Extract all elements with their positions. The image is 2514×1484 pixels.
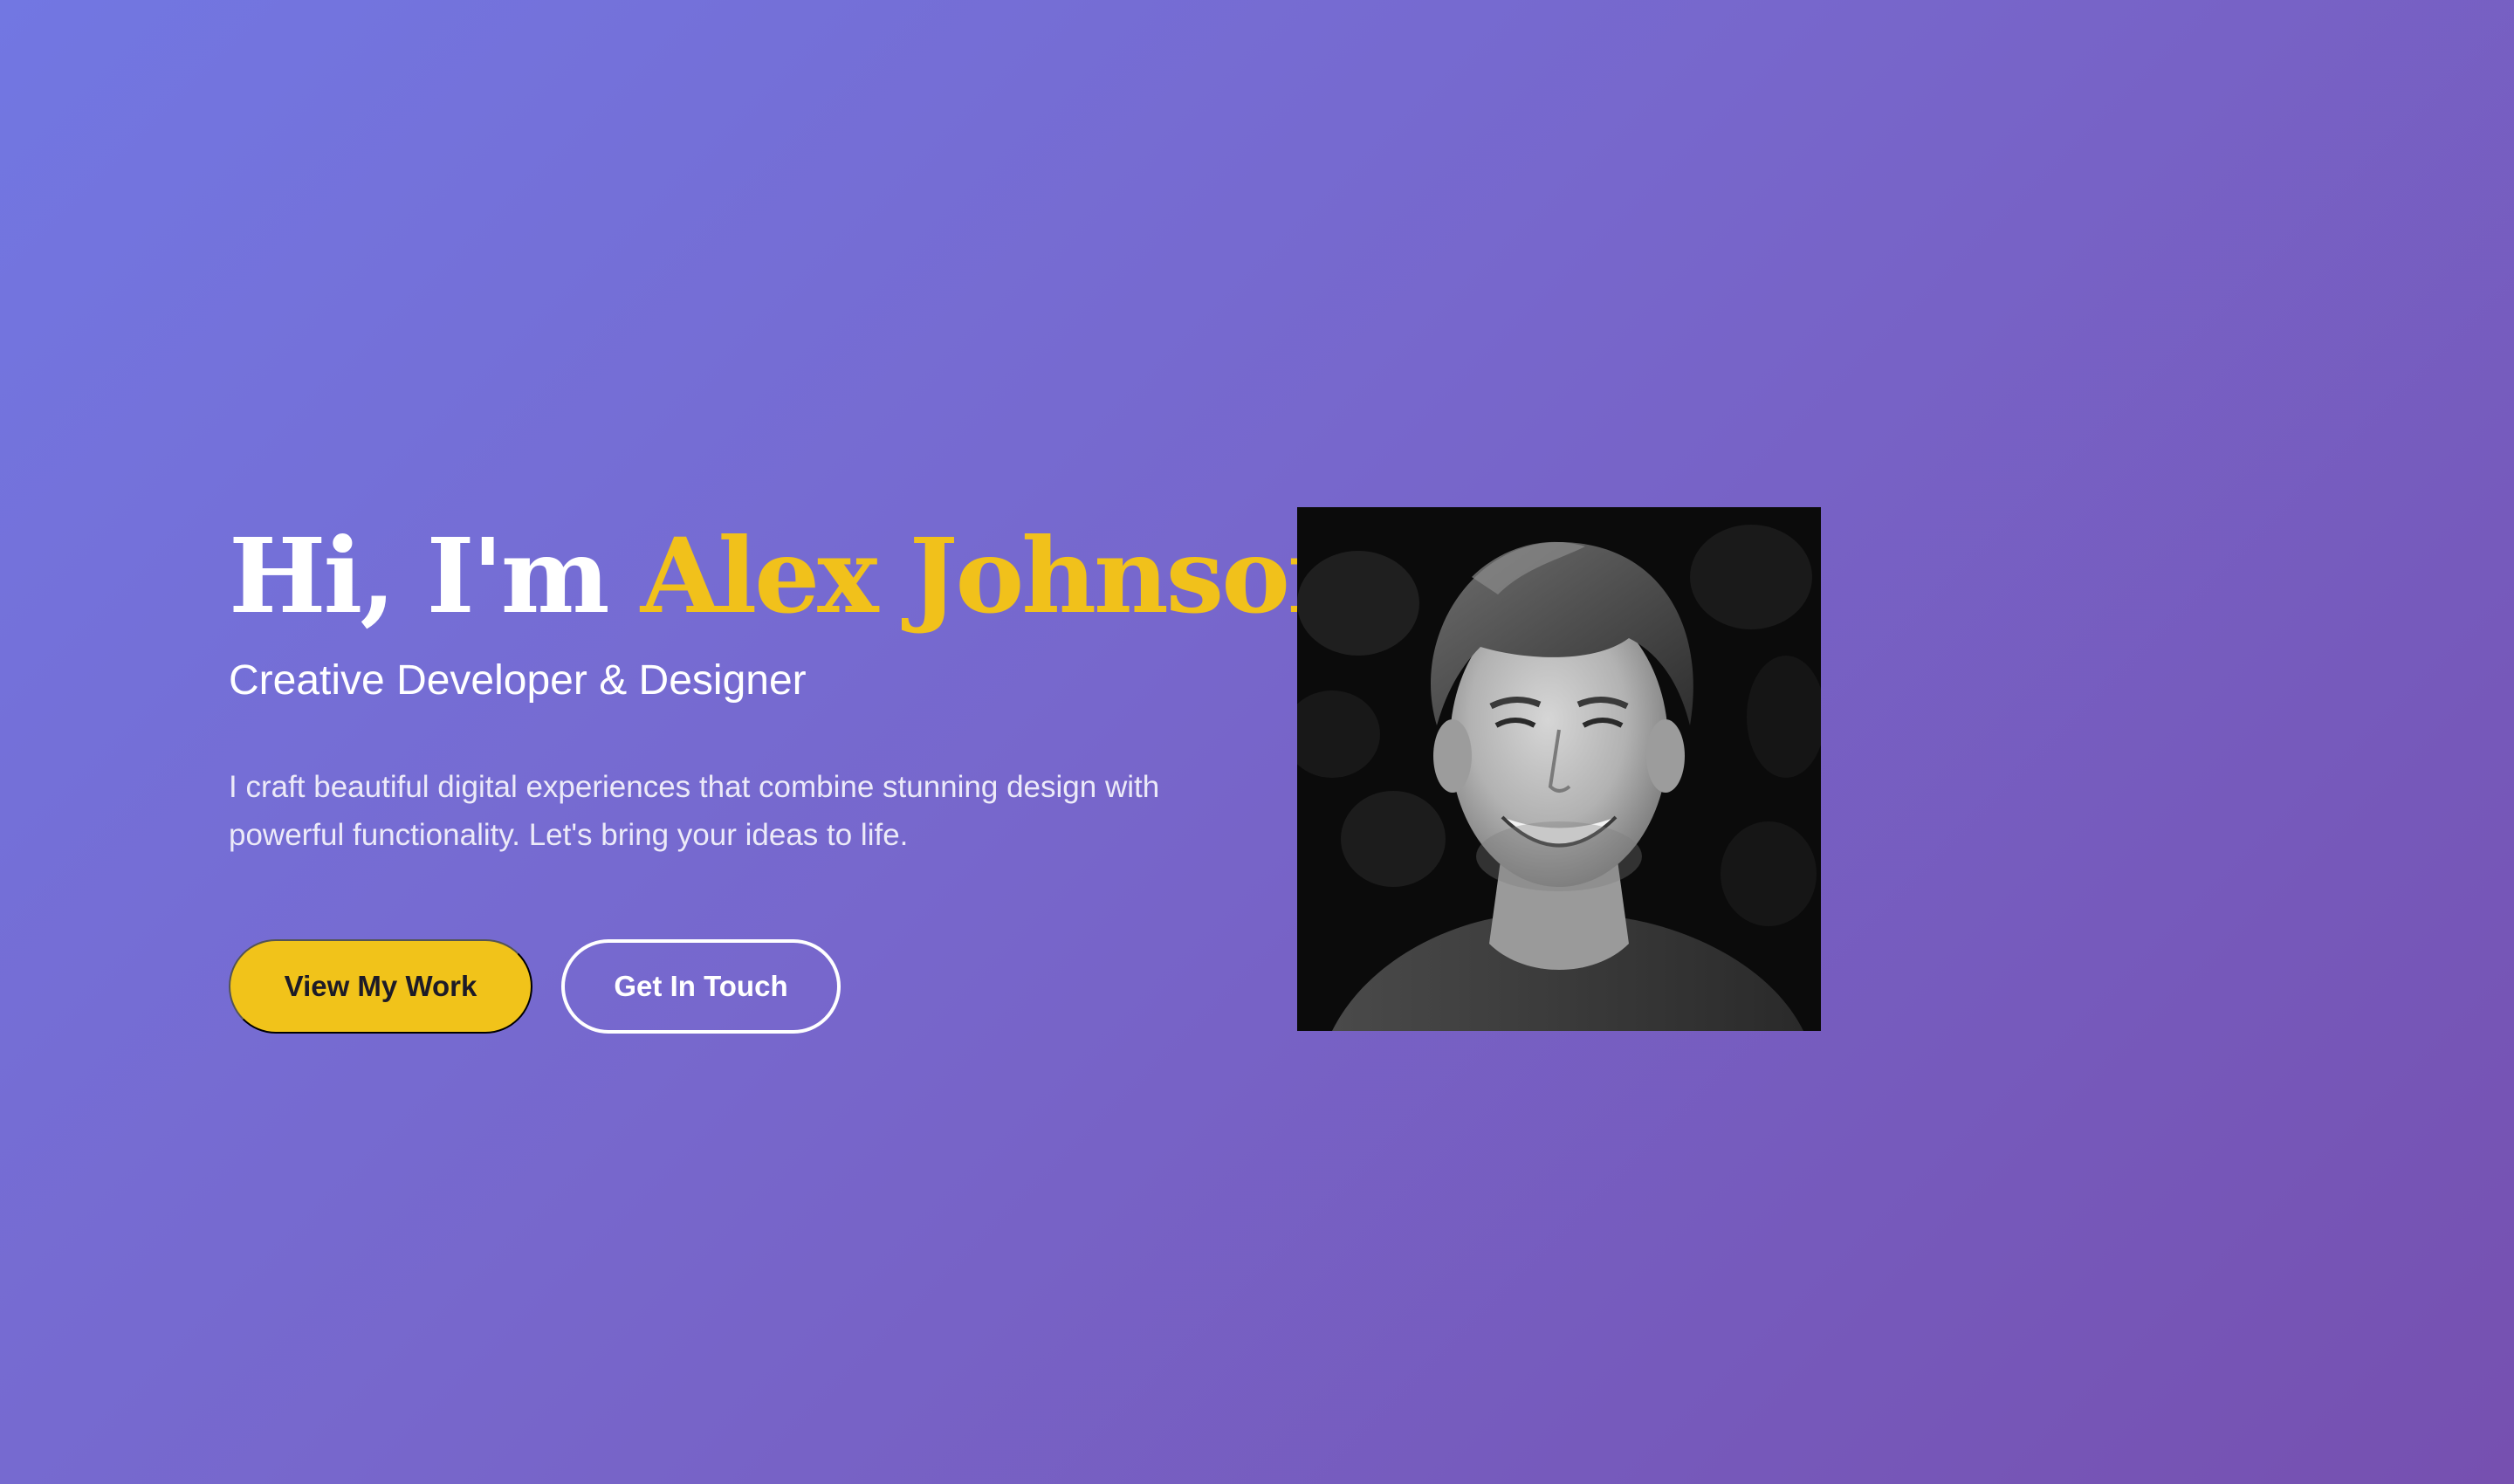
view-my-work-button[interactable]: View My Work	[229, 939, 532, 1034]
hero-section: Hi, I'm Alex Johnson Creative Developer …	[0, 0, 2514, 1484]
portrait-illustration	[1297, 507, 1821, 1031]
name-highlight: Alex Johnson	[640, 515, 1363, 636]
profile-photo	[1297, 507, 1821, 1031]
hero-text: Hi, I'm Alex Johnson Creative Developer …	[229, 515, 1363, 859]
hero-subtitle: Creative Developer & Designer	[229, 657, 807, 704]
get-in-touch-button[interactable]: Get In Touch	[561, 939, 841, 1034]
hero-description: I craft beautiful digital experiences th…	[229, 770, 1160, 852]
greeting-text: Hi, I'm	[229, 515, 610, 636]
hero-title: Hi, I'm Alex Johnson	[229, 515, 1363, 637]
